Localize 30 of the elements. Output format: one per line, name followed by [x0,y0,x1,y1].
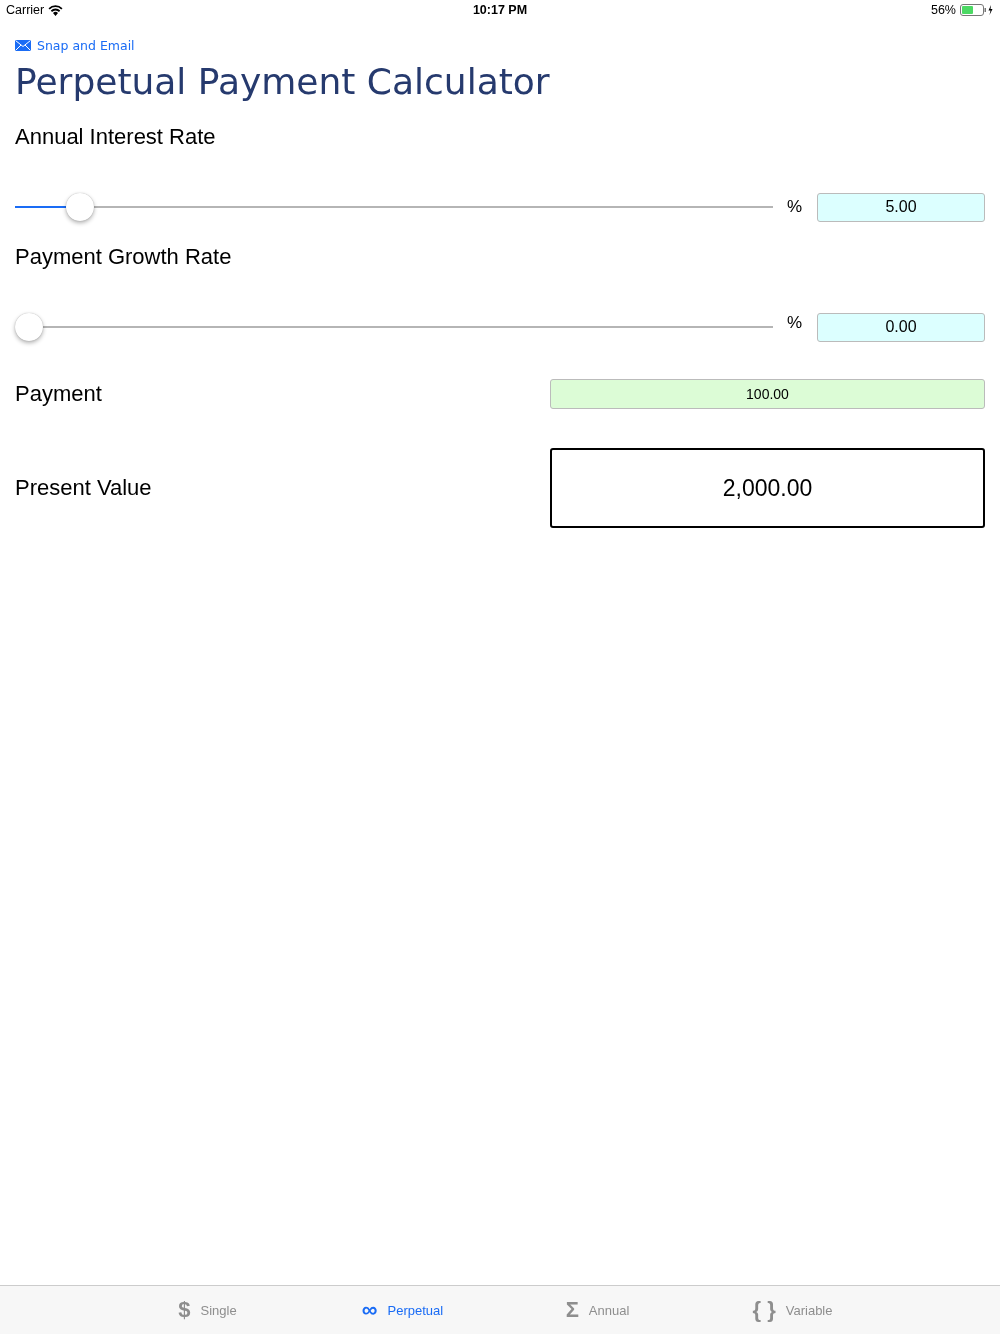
rate-input-field[interactable]: 0.00 [817,312,985,342]
wifi-icon [48,4,64,16]
tab-icon: ∞ [361,1297,378,1323]
present-value-output: 2,000.00 [550,448,985,528]
field-label: Annual Interest Rate [15,124,217,150]
mail-icon [15,40,31,51]
slider-thumb[interactable] [66,193,95,221]
page-title: Perpetual Payment Calculator [15,61,551,102]
rate-slider[interactable] [15,312,773,342]
tab-icon: Σ [565,1297,579,1323]
carrier-label: Carrier [6,3,45,17]
snap-and-email-link[interactable]: Snap and Email [15,38,135,53]
tab-bar-item[interactable]: Σ Annual [500,1286,695,1334]
rate-slider[interactable] [15,192,773,222]
tab-icon: { } [752,1297,776,1323]
tab-icon: $ [178,1297,191,1323]
tab-bar-item[interactable]: { } Variable [695,1286,890,1334]
slider-thumb[interactable] [15,313,43,341]
tab-bar-item[interactable]: ∞ Perpetual [305,1286,500,1334]
percent-unit: % [787,197,804,217]
battery-icon [960,4,994,16]
payment-label: Payment [15,381,102,407]
rate-input-field[interactable]: 5.00 [817,192,985,222]
tab-bar-item[interactable]: $ Single [110,1286,305,1334]
clock-time: 10:17 PM [472,3,528,17]
percent-unit: % [787,313,804,333]
field-label: Payment Growth Rate [15,244,233,270]
present-value-label: Present Value [15,475,152,501]
battery-percentage: 56% [930,3,956,17]
payment-input-field[interactable]: 100.00 [550,379,985,409]
